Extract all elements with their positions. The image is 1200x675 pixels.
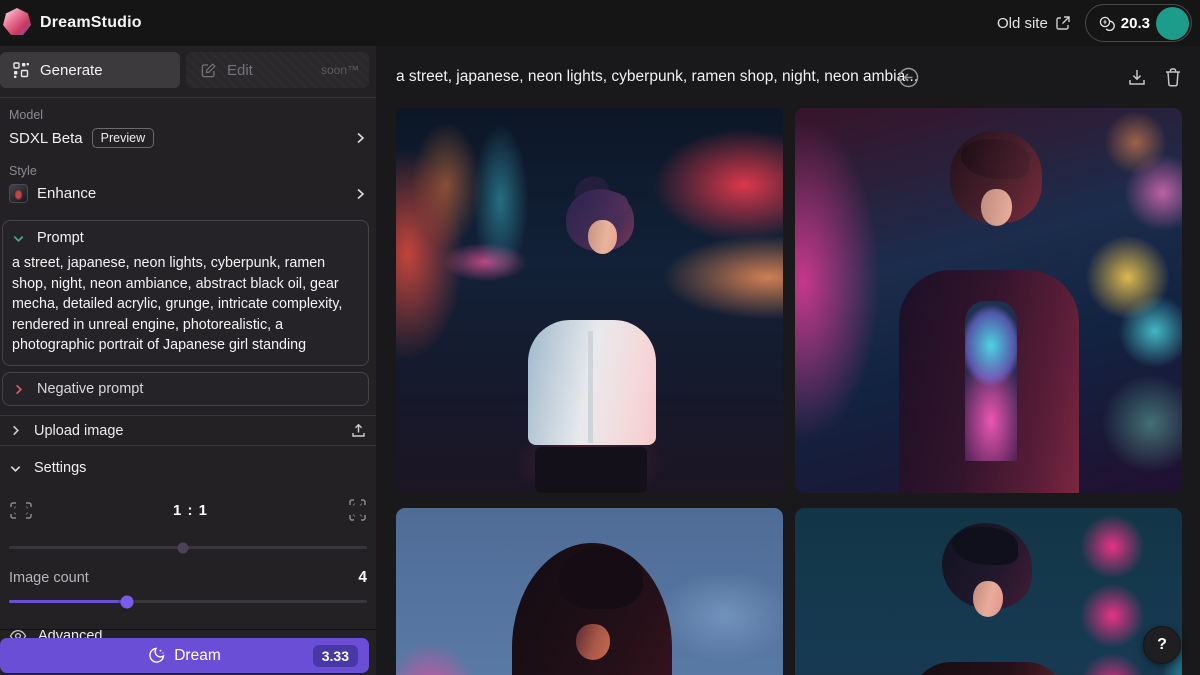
chevron-down-icon <box>9 462 22 475</box>
image-count-row: Image count 4 <box>0 549 376 587</box>
credits-coins-icon <box>1098 15 1115 32</box>
style-label: Style <box>0 154 376 178</box>
prompt-header[interactable]: Prompt <box>12 230 359 246</box>
figure <box>535 447 647 493</box>
image-count-label: Image count <box>9 570 89 586</box>
chevron-right-icon <box>9 424 22 437</box>
aspect-ratio-slider-thumb[interactable] <box>177 542 188 553</box>
image-count-slider-thumb[interactable] <box>121 595 134 608</box>
model-selector[interactable]: SDXL Beta Preview <box>0 122 376 154</box>
external-link-icon <box>1055 15 1071 31</box>
style-selector[interactable]: Enhance <box>0 178 376 209</box>
generation-header: a street, japanese, neon lights, cyberpu… <box>376 46 1200 108</box>
aspect-ratio-slider[interactable] <box>9 546 367 549</box>
figure <box>559 547 643 609</box>
chevron-right-icon <box>353 131 367 145</box>
download-icon[interactable] <box>1127 67 1147 88</box>
figure <box>580 191 628 217</box>
restore-prompt-button[interactable] <box>898 67 919 88</box>
style-value: Enhance <box>37 185 96 202</box>
figure <box>973 581 1003 617</box>
figure <box>981 189 1012 226</box>
topbar-right: Old site 20.3 <box>997 0 1192 46</box>
generation-title: a street, japanese, neon lights, cyberpu… <box>396 68 886 86</box>
chevron-right-icon <box>12 383 25 396</box>
settings-label: Settings <box>34 460 86 476</box>
dream-button-label: Dream <box>174 647 221 665</box>
edit-pencil-icon <box>200 62 217 79</box>
prompt-label: Prompt <box>37 230 84 246</box>
prompt-section: Prompt a street, japanese, neon lights, … <box>2 220 369 366</box>
figure <box>588 220 617 254</box>
model-preview-badge: Preview <box>92 128 154 148</box>
old-site-link[interactable]: Old site <box>997 15 1071 32</box>
generate-grid-icon <box>13 62 30 79</box>
top-bar: DreamStudio Old site 20.3 <box>0 0 1200 46</box>
figure <box>965 301 1017 461</box>
tab-generate-label: Generate <box>40 62 103 79</box>
tab-edit[interactable]: Edit soon™ <box>186 52 369 88</box>
image-count-slider[interactable] <box>9 600 367 603</box>
crescent-moon-icon <box>148 647 165 664</box>
figure <box>576 624 610 660</box>
dreamstudio-app: DreamStudio Old site 20.3 <box>0 0 1200 675</box>
mode-tabs: Generate Edit soon™ <box>0 46 376 92</box>
image-count-value: 4 <box>358 569 367 587</box>
model-value: SDXL Beta <box>9 130 83 147</box>
sidebar: Generate Edit soon™ Model SDXL Beta Prev… <box>0 46 376 675</box>
generation-actions <box>1127 46 1182 108</box>
aspect-ratio-row: 1 : 1 <box>0 484 376 522</box>
portrait-frame-icon[interactable] <box>348 498 367 522</box>
upload-image-row[interactable]: Upload image <box>0 415 376 446</box>
arrow-left-circle-icon <box>898 67 919 88</box>
negative-prompt-header[interactable]: Negative prompt <box>2 372 369 406</box>
figure <box>588 331 593 443</box>
upload-image-label: Upload image <box>34 423 123 439</box>
dream-button[interactable]: Dream 3.33 <box>0 638 369 673</box>
tab-edit-label: Edit <box>227 62 253 79</box>
settings-header[interactable]: Settings <box>0 452 376 484</box>
generated-image-2[interactable] <box>795 108 1182 493</box>
tab-generate[interactable]: Generate <box>0 52 180 88</box>
aspect-ratio-value: 1 : 1 <box>33 502 348 519</box>
old-site-label: Old site <box>997 15 1048 32</box>
style-enhance-thumbnail-icon <box>9 184 28 203</box>
generated-image-1[interactable] <box>396 108 783 493</box>
generated-image-4[interactable] <box>795 508 1182 675</box>
model-label: Model <box>0 98 376 122</box>
image-count-slider-fill <box>9 600 127 603</box>
credits-pill[interactable]: 20.3 <box>1085 4 1192 42</box>
dream-cost-badge: 3.33 <box>313 645 358 667</box>
upload-icon <box>350 422 367 439</box>
landscape-frame-icon[interactable] <box>9 501 33 520</box>
help-button[interactable]: ? <box>1143 626 1181 664</box>
generated-image-3[interactable] <box>396 508 783 675</box>
credits-balance: 20.3 <box>1121 15 1150 32</box>
dreamstudio-logo-icon <box>2 7 32 39</box>
trash-icon[interactable] <box>1164 67 1182 88</box>
app-title: DreamStudio <box>40 14 142 32</box>
chevron-right-icon <box>353 187 367 201</box>
sidebar-bottom-divider <box>0 629 376 630</box>
user-avatar[interactable] <box>1156 7 1189 40</box>
negative-prompt-label: Negative prompt <box>37 381 143 397</box>
chevron-down-icon <box>12 232 25 245</box>
tab-edit-soon-badge: soon™ <box>321 63 359 77</box>
prompt-input[interactable]: a street, japanese, neon lights, cyberpu… <box>12 253 359 356</box>
